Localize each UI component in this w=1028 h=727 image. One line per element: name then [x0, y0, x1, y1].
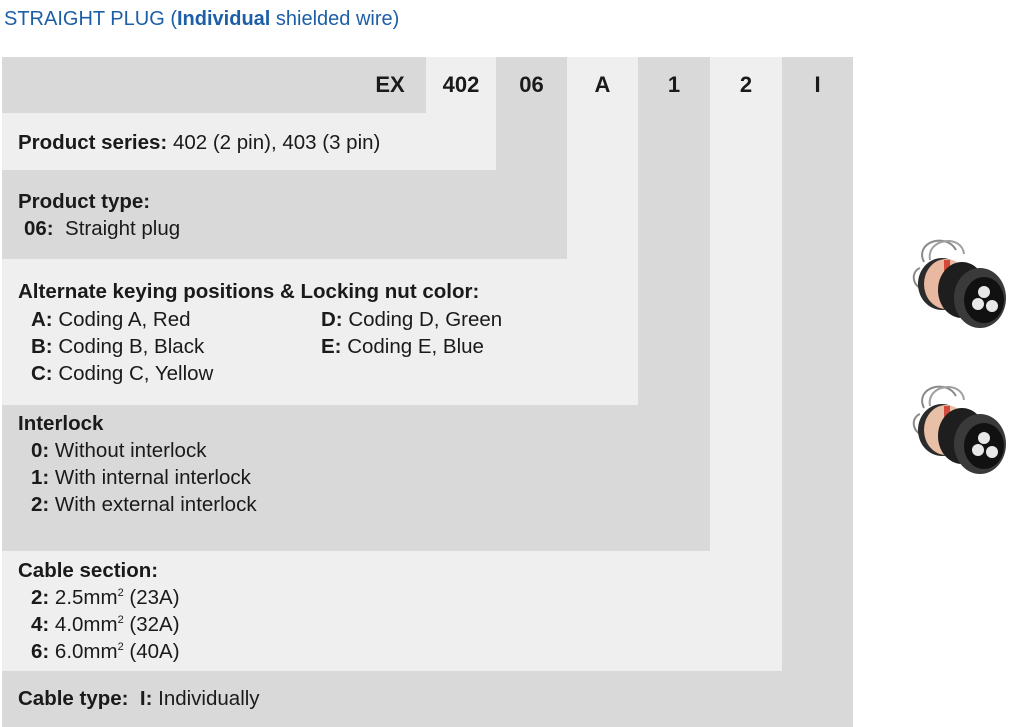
- series-text: Product series: 402 (2 pin), 403 (3 pin): [18, 129, 380, 156]
- keying-option: E: Coding E, Blue: [321, 335, 484, 358]
- title-bold: Individual: [177, 8, 271, 30]
- interlock-option: 2: With external interlock: [31, 493, 257, 516]
- title-prefix: STRAIGHT PLUG (: [4, 8, 177, 30]
- cable-section-heading: Cable section:: [18, 559, 159, 582]
- connector-plug-image: [912, 239, 1006, 328]
- header-cell-keying: A: [594, 72, 611, 97]
- header-cell-prefix: EX: [375, 72, 405, 97]
- keying-option: C: Coding C, Yellow: [31, 362, 214, 385]
- title-suffix: shielded wire): [270, 8, 400, 30]
- type-code: 06:: [24, 217, 54, 240]
- series-value: 402 (2 pin), 403 (3 pin): [167, 131, 381, 154]
- cable-type-label: Cable type:: [18, 687, 129, 710]
- keying-option: D: Coding D, Green: [321, 308, 503, 331]
- cable-type-text: Cable type: I: Individually: [18, 685, 260, 712]
- header-cell-interlock: 1: [667, 72, 681, 97]
- keying-option: B: Coding B, Black: [31, 335, 205, 358]
- interlock-text: Interlock 0: Without interlock 1: With i…: [18, 410, 257, 518]
- cable-section-option: 4: 4.0mm2 (32A): [31, 613, 180, 636]
- header-cell-cable-type: I: [814, 72, 821, 97]
- page-title: STRAIGHT PLUG (Individual shielded wire): [4, 8, 399, 31]
- series-label: Product series:: [18, 131, 168, 154]
- keying-left-list: A: Coding A, Red B: Coding B, Black C: C…: [31, 306, 213, 387]
- cable-section-option: 2: 2.5mm2 (23A): [31, 586, 180, 609]
- type-text: Product type: 06: Straight plug: [18, 188, 180, 242]
- keying-text: Alternate keying positions & Locking nut…: [18, 278, 479, 305]
- keying-heading: Alternate keying positions & Locking nut…: [18, 280, 480, 303]
- col-i-bg: [782, 57, 853, 727]
- header-cell-type: 06: [519, 72, 544, 97]
- cable-type-code: I:: [139, 687, 153, 710]
- interlock-option: 1: With internal interlock: [31, 466, 251, 489]
- interlock-option: 0: Without interlock: [31, 439, 207, 462]
- keying-option: A: Coding A, Red: [31, 308, 191, 331]
- type-label: Product type:: [18, 190, 151, 213]
- interlock-heading: Interlock: [18, 412, 104, 435]
- header-cell-series: 402: [442, 72, 480, 97]
- header-cell-cable-section: 2: [739, 72, 753, 97]
- cable-type-desc: Individually: [152, 687, 260, 710]
- connector-plug-image: [912, 385, 1006, 474]
- type-desc: Straight plug: [53, 217, 181, 240]
- cable-section-text: Cable section: 2: 2.5mm2 (23A) 4: 4.0mm2…: [18, 557, 180, 665]
- cable-section-option: 6: 6.0mm2 (40A): [31, 640, 180, 663]
- keying-right-list: D: Coding D, Green E: Coding E, Blue: [321, 306, 502, 360]
